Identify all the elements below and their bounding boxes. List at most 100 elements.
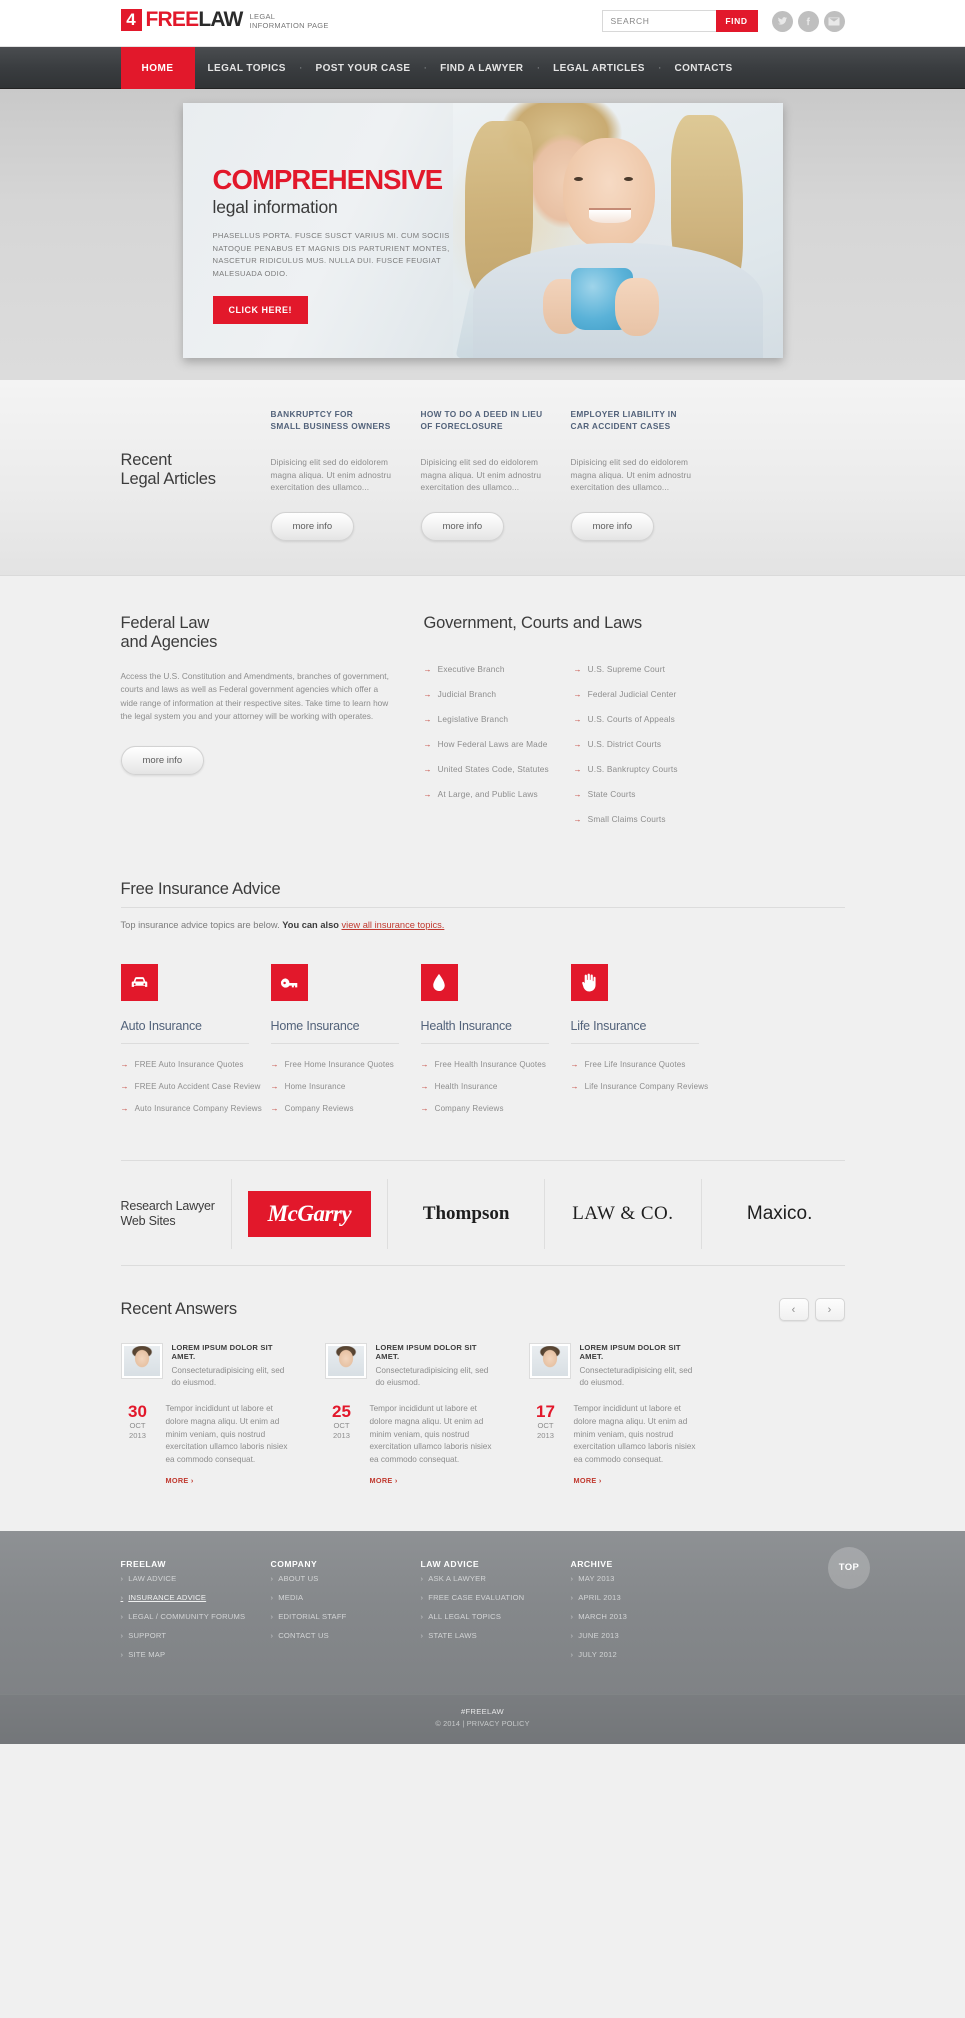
gov-link[interactable]: → U.S. District Courts: [574, 732, 724, 757]
insurance-link[interactable]: → Free Health Insurance Quotes: [421, 1054, 571, 1076]
partner-logo-maxico[interactable]: Maxico.: [700, 1179, 858, 1249]
twitter-icon[interactable]: [771, 10, 793, 32]
research-label: Research Lawyer Web Sites: [121, 1199, 231, 1229]
answer-date: 17 OCT 2013: [529, 1403, 563, 1485]
insurance-link[interactable]: → Home Insurance: [271, 1076, 421, 1098]
footer-link[interactable]: › MEDIA: [271, 1588, 421, 1607]
arrow-icon: →: [420, 1082, 429, 1091]
gov-link[interactable]: → U.S. Bankruptcy Courts: [574, 757, 724, 782]
footer-copyright: © 2014 | PRIVACY POLICY: [435, 1718, 530, 1728]
gov-link[interactable]: → State Courts: [574, 782, 724, 807]
answer-day: 17: [536, 1402, 555, 1421]
article-title-line2: OF FORECLOSURE: [420, 421, 503, 431]
gov-link[interactable]: → Federal Judicial Center: [574, 682, 724, 707]
footer-link[interactable]: › EDITORIAL STAFF: [271, 1607, 421, 1626]
insurance-link[interactable]: → Free Life Insurance Quotes: [571, 1054, 721, 1076]
recent-answers-title: Recent Answers: [120, 1300, 238, 1318]
nav-item-home[interactable]: HOME: [120, 47, 195, 89]
footer-link[interactable]: › JULY 2012: [571, 1645, 721, 1664]
insurance-link[interactable]: → Health Insurance: [421, 1076, 571, 1098]
answer-more-link[interactable]: MORE ›: [166, 1476, 295, 1485]
insurance-link[interactable]: → FREE Auto Accident Case Review: [121, 1076, 271, 1098]
insurance-card-links: → Free Home Insurance Quotes → Home Insuran…: [271, 1054, 421, 1120]
insurance-card-links: → FREE Auto Insurance Quotes → FREE Auto Ac…: [121, 1054, 271, 1120]
article-title: BANKRUPTCY FOR SMALL BUSINESS OWNERS: [271, 408, 396, 432]
insurance-link[interactable]: → Company Reviews: [271, 1098, 421, 1120]
footer-column: LAW ADVICE › ASK A LAWYER › FREE CASE EVALUA…: [421, 1559, 571, 1664]
answer-more-link[interactable]: MORE ›: [574, 1476, 703, 1485]
footer-link[interactable]: › INSURANCE ADVICE: [121, 1588, 271, 1607]
insurance-link[interactable]: → Company Reviews: [421, 1098, 571, 1120]
gov-link[interactable]: → Executive Branch: [424, 657, 574, 682]
answer-year: 2013: [129, 1431, 146, 1440]
nav-item-legal-topics[interactable]: LEGAL TOPICS: [195, 63, 299, 74]
logo-tagline-line1: LEGAL: [249, 11, 276, 21]
footer-link[interactable]: › SITE MAP: [121, 1645, 271, 1664]
footer-link[interactable]: › SUPPORT: [121, 1626, 271, 1645]
answer-more-link[interactable]: MORE ›: [370, 1476, 499, 1485]
nav-item-legal-articles[interactable]: LEGAL ARTICLES: [540, 63, 658, 74]
partner-logo-lawco[interactable]: LAW & CO.: [544, 1179, 701, 1249]
nav-item-find-a-lawyer[interactable]: FIND A LAWYER: [427, 63, 536, 74]
footer-link[interactable]: › MARCH 2013: [571, 1607, 721, 1626]
partner-logo-mcgarry[interactable]: McGarry: [230, 1179, 388, 1249]
nav-item-contacts[interactable]: CONTACTS: [662, 63, 746, 74]
footer-link[interactable]: › MAY 2013: [571, 1569, 721, 1588]
insurance-card-name[interactable]: Home Insurance: [271, 1019, 421, 1033]
answer-text: Tempor incididunt ut labore et dolore ma…: [573, 1404, 696, 1465]
gov-link[interactable]: → Small Claims Courts: [574, 807, 724, 832]
arrow-icon: ›: [570, 1592, 574, 1602]
footer-link[interactable]: › JUNE 2013: [571, 1626, 721, 1645]
insurance-card-name[interactable]: Auto Insurance: [121, 1019, 271, 1033]
footer-link[interactable]: › ASK A LAWYER: [421, 1569, 571, 1588]
answers-prev-button[interactable]: ‹: [778, 1298, 809, 1321]
footer-link[interactable]: › ABOUT US: [271, 1569, 421, 1588]
insurance-link[interactable]: → Life Insurance Company Reviews: [571, 1076, 721, 1098]
site-logo[interactable]: 4 FREELAW LEGAL INFORMATION PAGE: [120, 9, 329, 31]
arrow-icon: →: [420, 1060, 429, 1069]
article-more-info-button[interactable]: more info: [570, 511, 655, 541]
gov-link[interactable]: → United States Code, Statutes: [424, 757, 574, 782]
article-title-line1: BANKRUPTCY FOR: [270, 409, 354, 419]
gov-link[interactable]: → U.S. Supreme Court: [574, 657, 724, 682]
footer-link[interactable]: › LEGAL / COMMUNITY FORUMS: [121, 1607, 271, 1626]
find-button[interactable]: FIND: [715, 10, 758, 32]
insurance-link[interactable]: → FREE Auto Insurance Quotes: [121, 1054, 271, 1076]
insurance-card-name[interactable]: Life Insurance: [571, 1019, 721, 1033]
footer-link[interactable]: › FREE CASE EVALUATION: [421, 1588, 571, 1607]
article-more-info-button[interactable]: more info: [420, 511, 505, 541]
gov-link[interactable]: → Judicial Branch: [424, 682, 574, 707]
arrow-icon: →: [570, 1060, 579, 1069]
article-excerpt: Dipisicing elit sed do eidolorem magna a…: [420, 457, 542, 492]
insurance-card: Auto Insurance → FREE Auto Insurance Quote…: [120, 964, 271, 1120]
recent-articles-list: BANKRUPTCY FOR SMALL BUSINESS OWNERS Dipis…: [270, 408, 721, 541]
footer-link[interactable]: › CONTACT US: [271, 1626, 421, 1645]
federal-more-info-button[interactable]: more info: [120, 745, 205, 775]
article-more-info-button[interactable]: more info: [270, 511, 355, 541]
footer-link[interactable]: › ALL LEGAL TOPICS: [421, 1607, 571, 1626]
insurance-link[interactable]: → Auto Insurance Company Reviews: [121, 1098, 271, 1120]
gov-link[interactable]: → Legislative Branch: [424, 707, 574, 732]
view-all-insurance-topics-link[interactable]: view all insurance topics.: [342, 920, 445, 930]
search-box: FIND: [601, 10, 758, 32]
arrow-icon: ›: [570, 1573, 574, 1583]
insurance-card-name[interactable]: Health Insurance: [421, 1019, 571, 1033]
nav-item-post-your-case[interactable]: POST YOUR CASE: [303, 63, 424, 74]
arrow-icon: ›: [420, 1611, 424, 1621]
gov-link[interactable]: → At Large, and Public Laws: [424, 782, 574, 807]
email-icon[interactable]: [823, 10, 845, 32]
answers-next-button[interactable]: ›: [814, 1298, 845, 1321]
hero-cta-button[interactable]: CLICK HERE!: [212, 296, 308, 324]
footer-link[interactable]: › LAW ADVICE: [121, 1569, 271, 1588]
gov-link[interactable]: → U.S. Courts of Appeals: [574, 707, 724, 732]
facebook-icon[interactable]: [797, 10, 819, 32]
insurance-link[interactable]: → Free Home Insurance Quotes: [271, 1054, 421, 1076]
partner-logo-thompson[interactable]: Thompson: [387, 1179, 544, 1249]
footer-link[interactable]: › APRIL 2013: [571, 1588, 721, 1607]
gov-link[interactable]: → How Federal Laws are Made: [424, 732, 574, 757]
scroll-to-top-button[interactable]: TOP: [828, 1546, 870, 1589]
search-input[interactable]: [601, 10, 716, 32]
hand-icon: [570, 964, 608, 1001]
footer-link[interactable]: › STATE LAWS: [421, 1626, 571, 1645]
answer-day: 25: [332, 1402, 351, 1421]
